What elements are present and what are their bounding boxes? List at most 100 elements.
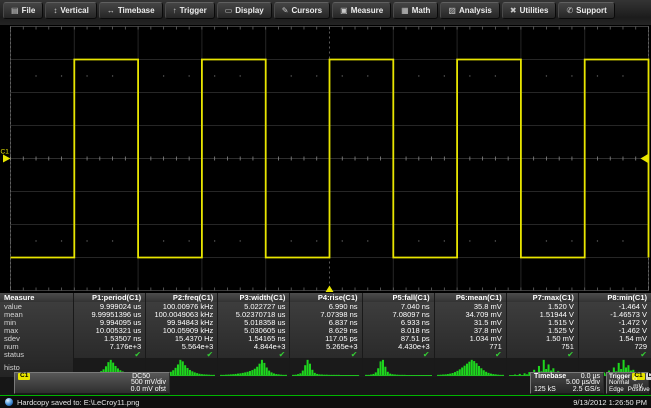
measure-sdev-p3: 1.54165 ns — [218, 334, 290, 342]
offset-label: 0.0 mV ofst — [131, 386, 166, 393]
histogram-p4 — [290, 358, 362, 377]
menubar: ▤File↕Vertical↔Timebase↑Trigger▭Display✎… — [0, 0, 651, 25]
status-check-p4: ✔ — [290, 350, 362, 358]
measure-table: MeasureP1:period(C1)P2:freq(C1)P3:width(… — [0, 293, 651, 377]
measure-max-p8: -1.462 V — [579, 326, 651, 334]
file-icon: ▤ — [11, 7, 19, 15]
measure-header-p5[interactable]: P5:fall(C1) — [363, 293, 435, 302]
measure-header-p4[interactable]: P4:rise(C1) — [290, 293, 362, 302]
measure-num-p7: 751 — [507, 342, 579, 350]
waveform-display[interactable]: C1 — [0, 25, 651, 293]
measure-value-p1: 9.999024 us — [74, 302, 146, 310]
cursors-icon: ✎ — [282, 7, 289, 15]
histogram-p5 — [363, 358, 435, 377]
hardcopy-notification-icon — [5, 398, 13, 406]
measure-max-p4: 8.629 ns — [290, 326, 362, 334]
menu-label: Trigger — [180, 6, 207, 15]
menu-cursors[interactable]: ✎Cursors — [274, 2, 330, 19]
menu-vertical[interactable]: ↕Vertical — [45, 2, 96, 19]
c1-ground-marker[interactable] — [3, 155, 11, 163]
measure-min-p4: 6.837 ns — [290, 318, 362, 326]
measure-value-p5: 7.040 ns — [363, 302, 435, 310]
measure-sdev-p2: 15.4370 Hz — [146, 334, 218, 342]
utilities-icon: ✖ — [510, 7, 517, 15]
status-check-p2: ✔ — [146, 350, 218, 358]
measure-min-p5: 6.933 ns — [363, 318, 435, 326]
row-label-min: min — [0, 318, 74, 326]
measure-mean-p7: 1.51944 V — [507, 310, 579, 318]
timebase-title: Timebase — [534, 373, 566, 380]
menu-label: Vertical — [60, 6, 88, 15]
timebase-icon: ↔ — [107, 7, 115, 15]
measure-header-p7[interactable]: P7:max(C1) — [507, 293, 579, 302]
menu-measure[interactable]: ▣Measure — [332, 2, 391, 19]
measure-sdev-p1: 1.53507 ns — [74, 334, 146, 342]
trigger-level-marker[interactable] — [641, 154, 649, 163]
status-message: Hardcopy saved to: E:\LeCroy11.png — [17, 398, 139, 407]
status-check-p6: ✔ — [435, 350, 507, 358]
measure-max-p5: 8.018 ns — [363, 326, 435, 334]
sample-rate-label: 2.5 GS/s — [573, 386, 600, 393]
menu-timebase[interactable]: ↔Timebase — [99, 2, 163, 19]
measure-value-p8: -1.464 V — [579, 302, 651, 310]
channel-badge: C1 — [18, 373, 30, 380]
vertical-icon: ↕ — [53, 7, 57, 15]
measure-mean-p4: 7.07398 ns — [290, 310, 362, 318]
trigger-position-marker[interactable] — [326, 286, 334, 293]
measure-sdev-p6: 1.034 mV — [435, 334, 507, 342]
menu-analysis[interactable]: ▨Analysis — [440, 2, 499, 19]
menu-label: Display — [235, 6, 263, 15]
measure-value-p3: 5.022727 us — [218, 302, 290, 310]
measure-num-p5: 4.430e+3 — [363, 342, 435, 350]
measure-num-p6: 771 — [435, 342, 507, 350]
measure-header-p6[interactable]: P6:mean(C1) — [435, 293, 507, 302]
measure-header-p1[interactable]: P1:period(C1) — [74, 293, 146, 302]
grid-svg[interactable]: C1 — [0, 25, 651, 293]
measure-value-p6: 35.8 mV — [435, 302, 507, 310]
measure-mean-p1: 9.99951396 us — [74, 310, 146, 318]
measure-max-p3: 5.030605 us — [218, 326, 290, 334]
menu-file[interactable]: ▤File — [3, 2, 43, 19]
oscilloscope-app: ▤File↕Vertical↔Timebase↑Trigger▭Display✎… — [0, 0, 651, 408]
measure-num-p2: 5.564e+3 — [146, 342, 218, 350]
histogram-p6 — [435, 358, 507, 377]
trigger-descriptor[interactable]: Trigger C1 DC Normal 0 mV Edge Positive — [606, 372, 649, 394]
status-check-p8: ✔ — [579, 350, 651, 358]
measure-max-p7: 1.525 V — [507, 326, 579, 334]
row-label-sdev: sdev — [0, 334, 74, 342]
measure-mean-p8: -1.46573 V — [579, 310, 651, 318]
timebase-descriptor[interactable]: Timebase 0.0 µs 5.00 µs/div 125 kS 2.5 G… — [530, 372, 604, 394]
measure-sdev-p8: 1.54 mV — [579, 334, 651, 342]
measure-min-p3: 5.018358 us — [218, 318, 290, 326]
menu-math[interactable]: ▦Math — [393, 2, 438, 19]
measure-header-p2[interactable]: P2:freq(C1) — [146, 293, 218, 302]
menu-label: Timebase — [118, 6, 155, 15]
measure-sdev-p5: 87.51 ps — [363, 334, 435, 342]
measure-mean-p6: 34.709 mV — [435, 310, 507, 318]
menu-trigger[interactable]: ↑Trigger — [165, 2, 215, 19]
menu-utilities[interactable]: ✖Utilities — [502, 2, 557, 19]
analysis-icon: ▨ — [448, 7, 456, 15]
channel-c1-descriptor[interactable]: C1 DC50 500 mV/div 0.0 mV ofst — [14, 372, 170, 394]
row-label-value: value — [0, 302, 74, 310]
menu-display[interactable]: ▭Display — [217, 2, 272, 19]
clock-datetime: 9/13/2012 1:26:50 PM — [573, 398, 647, 407]
status-bar: Hardcopy saved to: E:\LeCroy11.png 9/13/… — [0, 395, 651, 408]
measure-min-p8: -1.472 V — [579, 318, 651, 326]
menu-support[interactable]: ✆Support — [558, 2, 614, 19]
status-check-p7: ✔ — [507, 350, 579, 358]
measure-header-p8[interactable]: P8:min(C1) — [579, 293, 651, 302]
measure-num-p8: 729 — [579, 342, 651, 350]
menu-label: Math — [412, 6, 431, 15]
measure-max-p1: 10.005321 us — [74, 326, 146, 334]
menu-label: Utilities — [520, 6, 549, 15]
trigger-slope-label: Positive — [628, 386, 650, 393]
measure-mean-p3: 5.02370718 us — [218, 310, 290, 318]
display-icon: ▭ — [225, 7, 233, 15]
measure-header-p3[interactable]: P3:width(C1) — [218, 293, 290, 302]
c1-ground-marker-label: C1 — [1, 149, 10, 156]
measure-max-p6: 37.8 mV — [435, 326, 507, 334]
trigger-type-label: Edge — [609, 386, 624, 393]
status-check-p5: ✔ — [363, 350, 435, 358]
measure-icon: ▣ — [340, 7, 348, 15]
